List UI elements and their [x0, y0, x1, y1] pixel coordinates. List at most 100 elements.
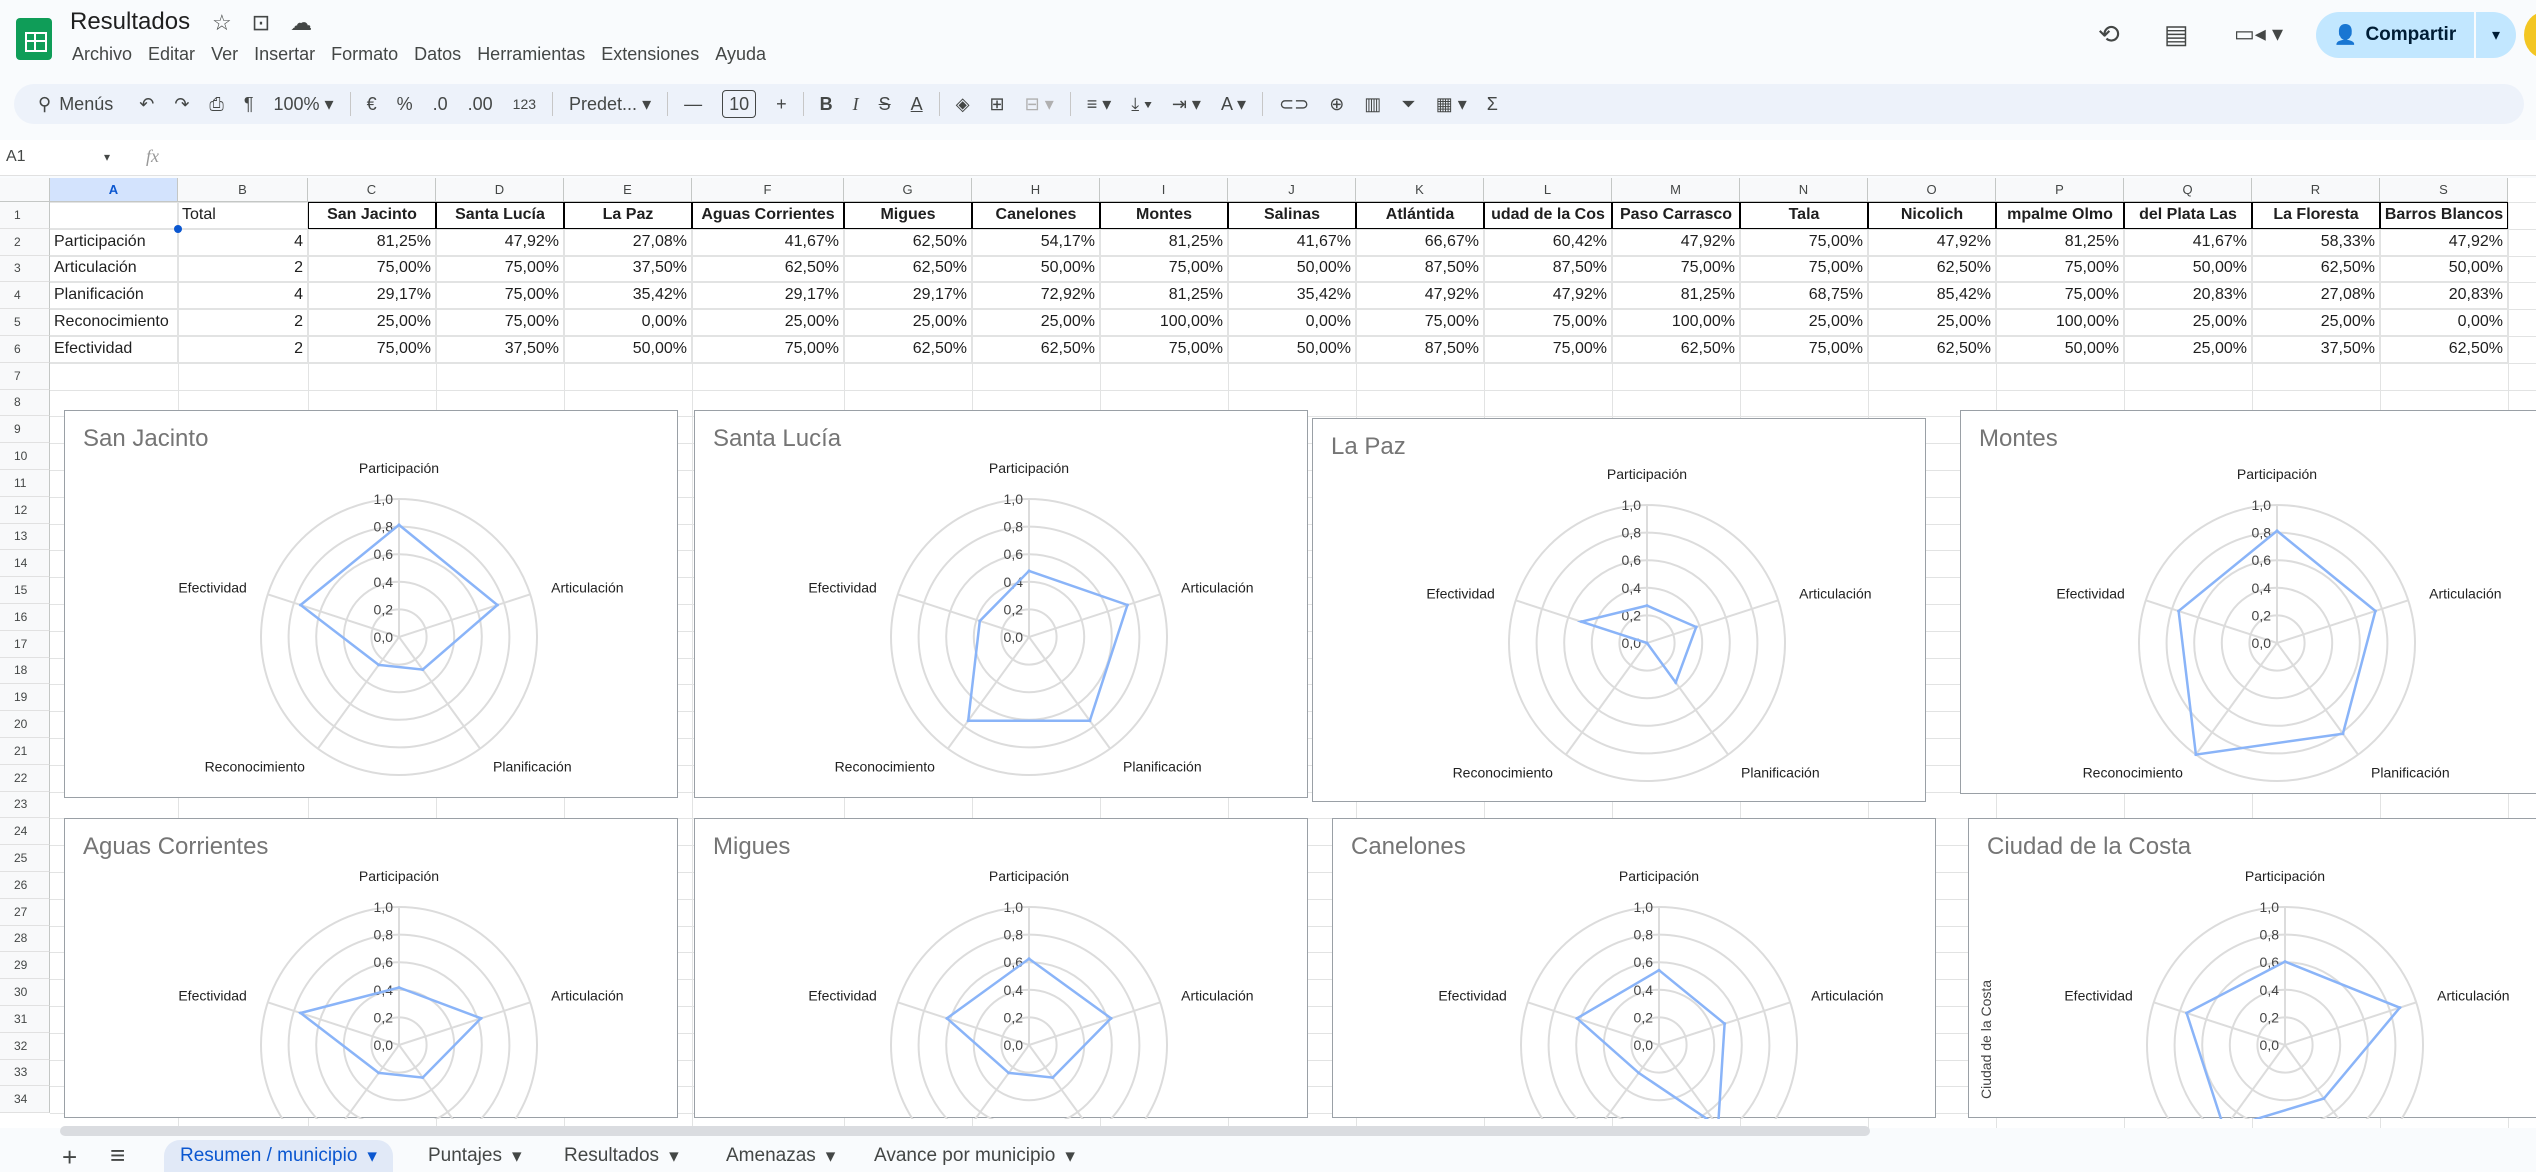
value-cell[interactable]: 37,50% [2252, 336, 2380, 363]
search-menus-button[interactable]: ⚲ Menús [28, 84, 129, 124]
value-cell[interactable]: 47,92% [2380, 228, 2508, 256]
header-cell[interactable]: Aguas Corrientes [692, 202, 844, 229]
insert-comment-icon[interactable]: ⊕ [1319, 84, 1354, 124]
increase-decimals-button[interactable]: .00 [458, 84, 503, 124]
value-cell[interactable]: 62,50% [692, 255, 844, 283]
value-cell[interactable]: 85,42% [1868, 282, 1996, 310]
value-cell[interactable]: 25,00% [1868, 309, 1996, 336]
sheet-tab-avance[interactable]: Avance por municipio ▾ [858, 1140, 1091, 1172]
header-cell[interactable]: Total [178, 202, 308, 229]
value-cell[interactable]: 60,42% [1484, 228, 1612, 256]
value-cell[interactable]: 75,00% [1612, 255, 1740, 283]
insert-link-icon[interactable]: ⊂⊃ [1269, 84, 1319, 124]
row-label-cell[interactable]: Reconocimiento [50, 309, 178, 336]
row-header[interactable]: 7 [0, 362, 50, 390]
currency-button[interactable]: € [357, 84, 387, 124]
row-header[interactable]: 20 [0, 711, 50, 738]
sheet-tab-resultados[interactable]: Resultados ▾ [548, 1140, 695, 1172]
value-cell[interactable]: 27,08% [564, 228, 692, 256]
value-cell[interactable]: 100,00% [1612, 309, 1740, 336]
value-cell[interactable]: 100,00% [1100, 309, 1228, 336]
value-cell[interactable]: 41,67% [1228, 228, 1356, 256]
row-header[interactable]: 4 [0, 282, 50, 310]
column-header[interactable]: N [1740, 178, 1868, 202]
radar-chart[interactable]: Ciudad de la Costa 1,0 0,8 0,6 0,4 0,2 0,0 Part… [1968, 818, 2536, 1119]
value-cell[interactable]: 29,17% [308, 282, 436, 310]
history-icon[interactable]: ⟲ [2098, 14, 2120, 54]
insert-chart-icon[interactable]: ▥ [1354, 84, 1391, 124]
value-cell[interactable]: 87,50% [1356, 336, 1484, 363]
font-size-increase-button[interactable]: + [766, 84, 797, 124]
value-cell[interactable]: 75,00% [1996, 282, 2124, 310]
column-header[interactable]: M [1612, 178, 1740, 202]
column-header[interactable]: S [2380, 178, 2508, 202]
functions-button[interactable]: Σ [1477, 84, 1508, 124]
value-cell[interactable]: 47,92% [1356, 282, 1484, 310]
value-cell[interactable]: 25,00% [844, 309, 972, 336]
value-cell[interactable]: 0,00% [1228, 309, 1356, 336]
document-title[interactable]: Resultados [70, 8, 190, 36]
text-wrap-icon[interactable]: ⇥ ▾ [1162, 84, 1211, 124]
row-header[interactable]: 2 [0, 228, 50, 256]
row-header[interactable]: 5 [0, 309, 50, 336]
row-header[interactable]: 26 [0, 872, 50, 899]
row-label-cell[interactable]: Articulación [50, 255, 178, 283]
column-header[interactable]: C [308, 178, 436, 202]
value-cell[interactable]: 75,00% [1100, 336, 1228, 363]
strikethrough-button[interactable]: S [869, 84, 901, 124]
value-cell[interactable]: 87,50% [1356, 255, 1484, 283]
value-cell[interactable]: 66,67% [1356, 228, 1484, 256]
column-header[interactable]: K [1356, 178, 1484, 202]
font-size-decrease-button[interactable]: — [674, 84, 712, 124]
vertical-align-icon[interactable]: ⤓ ▾ [1121, 84, 1162, 124]
value-cell[interactable]: 62,50% [2252, 255, 2380, 283]
value-cell[interactable]: 50,00% [1228, 255, 1356, 283]
share-dropdown-button[interactable]: ▾ [2476, 12, 2516, 58]
row-label-cell[interactable]: Participación [50, 228, 178, 256]
radar-chart[interactable]: Canelones 1,0 0,8 0,6 0,4 0,2 0,0 Participación… [1332, 818, 1936, 1119]
header-cell[interactable]: Atlántida [1356, 202, 1484, 229]
value-cell[interactable]: 100,00% [1996, 309, 2124, 336]
column-header[interactable]: F [692, 178, 844, 202]
cloud-status-icon[interactable]: ☁ [290, 10, 312, 36]
value-cell[interactable]: 81,25% [308, 228, 436, 256]
paint-format-icon[interactable]: ¶ [234, 84, 264, 124]
meet-icon[interactable]: ▭◂ ▾ [2234, 14, 2283, 54]
value-cell[interactable]: 75,00% [1740, 336, 1868, 363]
value-cell[interactable]: 29,17% [692, 282, 844, 310]
value-cell[interactable]: 2 [178, 255, 308, 283]
value-cell[interactable]: 50,00% [972, 255, 1100, 283]
horizontal-scrollbar[interactable] [60, 1126, 1870, 1136]
value-cell[interactable]: 25,00% [2252, 309, 2380, 336]
spreadsheet-grid[interactable]: ABCDEFGHIJKLMNOPQRS 1 2 3 4 5 6 7 8 9 10 11 12 13 14 1… [0, 178, 2536, 1128]
row-header[interactable]: 9 [0, 416, 50, 444]
row-header[interactable]: 15 [0, 577, 50, 604]
header-cell[interactable]: Tala [1740, 202, 1868, 229]
value-cell[interactable]: 72,92% [972, 282, 1100, 310]
header-cell[interactable]: La Paz [564, 202, 692, 229]
header-cell[interactable]: Migues [844, 202, 972, 229]
value-cell[interactable]: 68,75% [1740, 282, 1868, 310]
value-cell[interactable]: 81,25% [1100, 282, 1228, 310]
value-cell[interactable]: 47,92% [1612, 228, 1740, 256]
zoom-select[interactable]: 100% ▾ [263, 84, 343, 124]
value-cell[interactable]: 75,00% [308, 336, 436, 363]
row-label-cell[interactable]: Efectividad [50, 336, 178, 363]
redo-icon[interactable]: ↷ [164, 84, 199, 124]
value-cell[interactable]: 58,33% [2252, 228, 2380, 256]
value-cell[interactable]: 75,00% [692, 336, 844, 363]
row-header[interactable]: 21 [0, 738, 50, 765]
value-cell[interactable]: 47,92% [1868, 228, 1996, 256]
decrease-decimals-button[interactable]: .0 [423, 84, 458, 124]
value-cell[interactable]: 25,00% [2124, 336, 2252, 363]
value-cell[interactable]: 4 [178, 282, 308, 310]
row-header[interactable]: 18 [0, 657, 50, 685]
row-header[interactable]: 12 [0, 496, 50, 524]
column-header[interactable]: A [50, 178, 178, 202]
column-header[interactable]: H [972, 178, 1100, 202]
value-cell[interactable]: 50,00% [2124, 255, 2252, 283]
row-header[interactable]: 29 [0, 952, 50, 980]
sheets-logo-icon[interactable] [16, 18, 52, 60]
avatar[interactable] [2524, 12, 2536, 58]
header-cell[interactable]: Barros Blancos [2380, 202, 2508, 229]
